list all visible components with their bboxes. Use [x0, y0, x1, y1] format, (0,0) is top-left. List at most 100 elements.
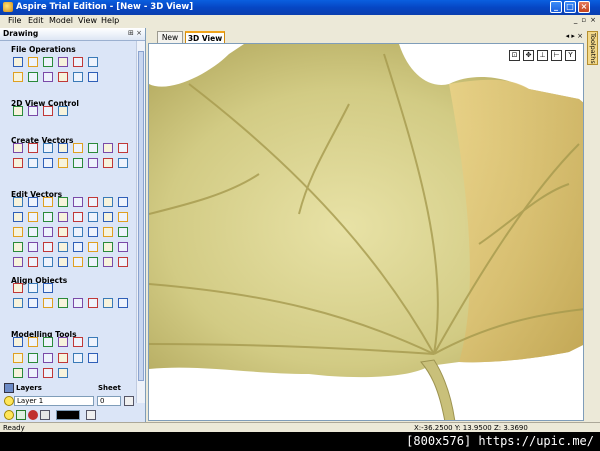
tool-icon[interactable]: [103, 197, 113, 207]
tool-icon[interactable]: [13, 368, 23, 378]
tool-icon[interactable]: [88, 298, 98, 308]
tool-icon[interactable]: [13, 242, 23, 252]
mdi-minimize-icon[interactable]: _: [574, 16, 578, 24]
tool-icon[interactable]: [103, 143, 113, 153]
sheet-select[interactable]: 0: [97, 396, 121, 406]
tab-3d-view[interactable]: 3D View: [185, 31, 225, 43]
tool-icon[interactable]: [28, 106, 38, 116]
tool-icon[interactable]: [13, 298, 23, 308]
tool-icon[interactable]: [58, 353, 68, 363]
tool-icon[interactable]: [43, 242, 53, 252]
tool-icon[interactable]: [58, 298, 68, 308]
tool-icon[interactable]: [28, 257, 38, 267]
lightbulb-icon[interactable]: [4, 396, 14, 406]
tool-icon[interactable]: [43, 197, 53, 207]
tool-icon[interactable]: [118, 212, 128, 222]
tool-icon[interactable]: [43, 158, 53, 168]
tab-nav-icon[interactable]: ◂ ▸ ×: [566, 32, 583, 40]
tool-icon[interactable]: [13, 158, 23, 168]
tool-icon[interactable]: [28, 212, 38, 222]
light-icon[interactable]: [4, 410, 14, 420]
tool-icon[interactable]: [103, 257, 113, 267]
menu-view[interactable]: View: [78, 16, 97, 25]
tool-icon[interactable]: [43, 353, 53, 363]
tool-icon[interactable]: [73, 143, 83, 153]
tool-icon[interactable]: [28, 143, 38, 153]
layer-color-icon[interactable]: [40, 410, 50, 420]
tool-icon[interactable]: [13, 143, 23, 153]
maximize-button[interactable]: □: [564, 1, 576, 13]
tool-icon[interactable]: [43, 106, 53, 116]
tool-icon[interactable]: [88, 242, 98, 252]
scrollbar-thumb[interactable]: [138, 51, 144, 381]
view-axis-icon[interactable]: Y: [565, 50, 576, 61]
tool-icon[interactable]: [88, 227, 98, 237]
menu-edit[interactable]: Edit: [28, 16, 44, 25]
tool-icon[interactable]: [58, 212, 68, 222]
tool-icon[interactable]: [58, 106, 68, 116]
tool-icon[interactable]: [28, 72, 38, 82]
tool-icon[interactable]: [73, 337, 83, 347]
tool-icon[interactable]: [43, 227, 53, 237]
tool-icon[interactable]: [13, 353, 23, 363]
view-front-icon[interactable]: ⊥: [537, 50, 548, 61]
tool-icon[interactable]: [43, 337, 53, 347]
tool-icon[interactable]: [118, 257, 128, 267]
title-bar[interactable]: Aspire Trial Edition - [New - 3D View] _…: [0, 0, 600, 15]
tool-icon[interactable]: [88, 212, 98, 222]
tool-icon[interactable]: [88, 257, 98, 267]
tool-icon[interactable]: [73, 298, 83, 308]
tool-icon[interactable]: [28, 298, 38, 308]
panel-scrollbar[interactable]: [136, 41, 145, 403]
mdi-restore-icon[interactable]: ▫: [581, 16, 586, 24]
tool-icon[interactable]: [28, 197, 38, 207]
view-top-icon[interactable]: ✥: [523, 50, 534, 61]
tool-icon[interactable]: [58, 197, 68, 207]
tool-icon[interactable]: [88, 158, 98, 168]
tool-icon[interactable]: [13, 227, 23, 237]
tool-icon[interactable]: [58, 227, 68, 237]
tool-icon[interactable]: [73, 158, 83, 168]
tool-icon[interactable]: [28, 242, 38, 252]
3d-view-viewport[interactable]: ⊡ ✥ ⊥ ⊢ Y: [148, 43, 584, 421]
tool-icon[interactable]: [13, 283, 23, 293]
visible-checkbox[interactable]: [16, 410, 26, 420]
view-side-icon[interactable]: ⊢: [551, 50, 562, 61]
tool-icon[interactable]: [13, 257, 23, 267]
color-swatch-select[interactable]: [56, 410, 80, 420]
tool-icon[interactable]: [58, 242, 68, 252]
menu-file[interactable]: File: [8, 16, 21, 25]
tool-icon[interactable]: [88, 72, 98, 82]
tool-icon[interactable]: [43, 72, 53, 82]
tool-icon[interactable]: [28, 158, 38, 168]
tool-icon[interactable]: [58, 368, 68, 378]
close-button[interactable]: ×: [578, 1, 590, 13]
lock-icon[interactable]: [28, 410, 38, 420]
tool-icon[interactable]: [28, 283, 38, 293]
tool-icon[interactable]: [28, 368, 38, 378]
tool-icon[interactable]: [13, 106, 23, 116]
tool-icon[interactable]: [58, 57, 68, 67]
mdi-close-icon[interactable]: ×: [590, 16, 596, 24]
tool-icon[interactable]: [28, 337, 38, 347]
tool-icon[interactable]: [73, 212, 83, 222]
tool-icon[interactable]: [73, 227, 83, 237]
tool-icon[interactable]: [118, 298, 128, 308]
tool-icon[interactable]: [103, 158, 113, 168]
view-iso-icon[interactable]: ⊡: [509, 50, 520, 61]
tool-icon[interactable]: [28, 57, 38, 67]
tool-icon[interactable]: [73, 242, 83, 252]
tool-icon[interactable]: [43, 143, 53, 153]
tool-icon[interactable]: [118, 197, 128, 207]
tool-icon[interactable]: [13, 197, 23, 207]
tab-new[interactable]: New: [157, 31, 183, 43]
tool-icon[interactable]: [43, 57, 53, 67]
tool-icon[interactable]: [58, 72, 68, 82]
tool-icon[interactable]: [43, 257, 53, 267]
tool-icon[interactable]: [103, 212, 113, 222]
tool-icon[interactable]: [88, 143, 98, 153]
tool-icon[interactable]: [73, 57, 83, 67]
tool-icon[interactable]: [118, 143, 128, 153]
tool-icon[interactable]: [103, 242, 113, 252]
tool-icon[interactable]: [73, 72, 83, 82]
